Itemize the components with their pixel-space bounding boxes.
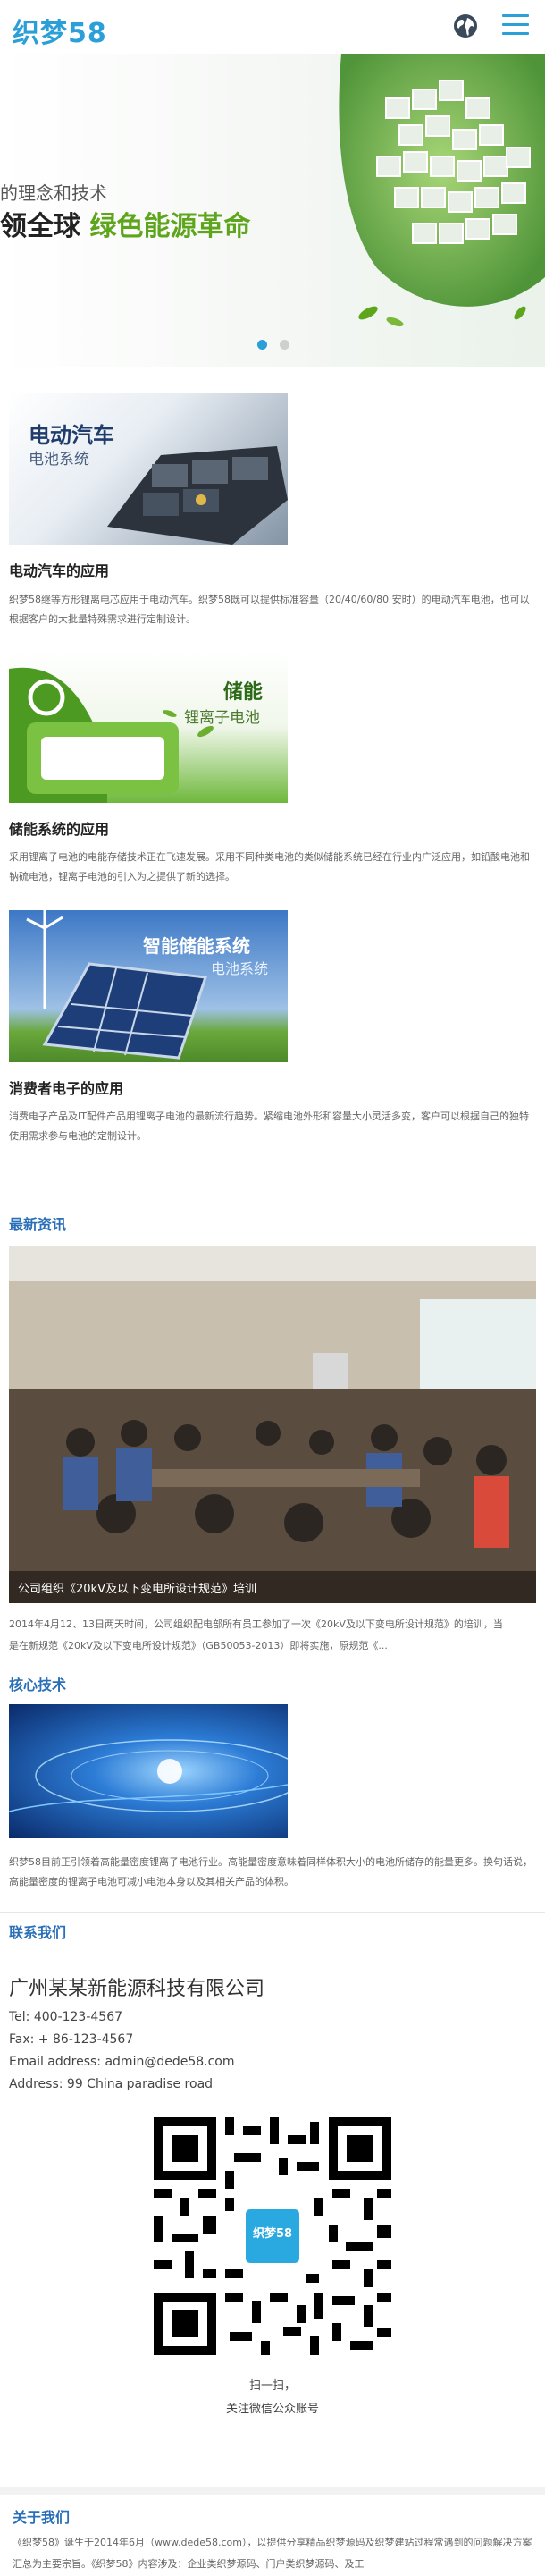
product-image-subtitle: 电池系统	[211, 960, 269, 977]
footer-separator	[0, 2487, 545, 2495]
news-slider[interactable]: 公司组织《20kV及以下变电所设计规范》培训	[9, 1246, 536, 1603]
news-caption-bar: 公司组织《20kV及以下变电所设计规范》培训	[9, 1571, 536, 1603]
product-image-subtitle: 电池系统	[29, 451, 89, 469]
news-summary-line2: 是在新规范《20kV及以下变电所设计规范》（GB50053-2013）即将实施，…	[9, 1640, 388, 1651]
footer-about-text: 《织梦58》诞生于2014年6月（www.dede58.com），以提供分享精品…	[13, 2537, 532, 2570]
footer-title-about[interactable]: 关于我们	[13, 2505, 70, 2527]
digital-globe-illustration	[9, 1739, 288, 1812]
section-title-news[interactable]: 最新资讯	[9, 1212, 66, 1234]
product-title-ev[interactable]: 电动汽车的应用	[9, 559, 109, 580]
company-name: 广州某某新能源科技有限公司	[9, 1978, 265, 2000]
contact-fax: Fax: + 86-123-4567	[9, 2032, 134, 2047]
hero-slider-dot-1[interactable]	[257, 340, 267, 350]
news-photo-meeting	[9, 1246, 536, 1603]
product-title-consumer[interactable]: 消费者电子的应用	[9, 1077, 123, 1098]
contact-address: Address: 99 China paradise road	[9, 2077, 214, 2091]
header: 织梦58	[0, 0, 545, 54]
news-summary-line1: 2014年4月12、13日两天时间，公司组织配电部所有员工参加了一次《20kV及…	[9, 1618, 503, 1630]
earth-collage-image	[339, 54, 545, 327]
hamburger-menu-icon[interactable]	[502, 14, 529, 38]
product-image-title: 电动汽车	[29, 423, 114, 448]
section-divider	[0, 1912, 545, 1913]
product-desc-storage: 采用锂离子电池的电能存储技术正在飞速发展。采用不同种类电池的类似储能系统已经在行…	[9, 851, 530, 883]
product-image-title: 智能储能系统	[143, 935, 250, 957]
product-image-title: 储能	[223, 681, 264, 704]
news-caption[interactable]: 公司组织《20kV及以下变电所设计规范》培训	[18, 1579, 256, 1596]
qr-center-logo: 织梦58	[252, 2227, 293, 2241]
product-image-ev[interactable]: 电动汽车 电池系统	[9, 393, 288, 545]
hero-slogan-highlight: 绿色能源革命	[89, 211, 251, 242]
hero-slider-dot-2[interactable]	[280, 340, 290, 350]
section-title-tech[interactable]: 核心技术	[9, 1673, 66, 1694]
product-image-subtitle: 锂离子电池	[184, 709, 260, 727]
green-battery-illustration	[9, 667, 214, 803]
product-desc-ev: 织梦58继等方形锂离电芯应用于电动汽车。织梦58既可以提供标准容量（20/40/…	[9, 594, 530, 625]
contact-email[interactable]: Email address: admin@dede58.com	[9, 2055, 235, 2069]
globe-icon[interactable]	[452, 13, 479, 39]
section-title-contact[interactable]: 联系我们	[9, 1921, 66, 1942]
product-image-storage[interactable]: 储能 锂离子电池	[9, 651, 288, 803]
hero-slogan-line1: 的理念和技术	[0, 182, 107, 204]
qr-caption-line1: 扫一扫，	[248, 2379, 296, 2393]
tech-desc: 织梦58目前正引领着高能量密度锂离子电池行业。高能量密度意味着同样体积大小的电池…	[9, 1856, 532, 1888]
hero-slogan-line2: 领全球 绿色能源革命	[0, 204, 250, 243]
qr-caption-line2: 关注微信公众账号	[225, 2403, 319, 2416]
hero-slider-dots	[257, 336, 298, 353]
battery-pack-illustration	[107, 446, 288, 545]
tech-image[interactable]	[9, 1704, 288, 1838]
hero-slogan-prefix: 领全球	[0, 211, 80, 242]
product-image-consumer[interactable]: 智能储能系统 电池系统	[9, 910, 288, 1062]
hero-banner[interactable]: 的理念和技术 领全球 绿色能源革命	[0, 54, 545, 367]
product-title-storage[interactable]: 储能系统的应用	[9, 817, 109, 839]
contact-tel[interactable]: Tel: 400-123-4567	[9, 2010, 122, 2024]
site-logo[interactable]: 织梦58	[13, 11, 107, 50]
product-desc-consumer: 消费电子产品及IT配件产品用锂离子电池的最新流行趋势。紧缩电池外形和容量大小灵活…	[9, 1111, 529, 1142]
